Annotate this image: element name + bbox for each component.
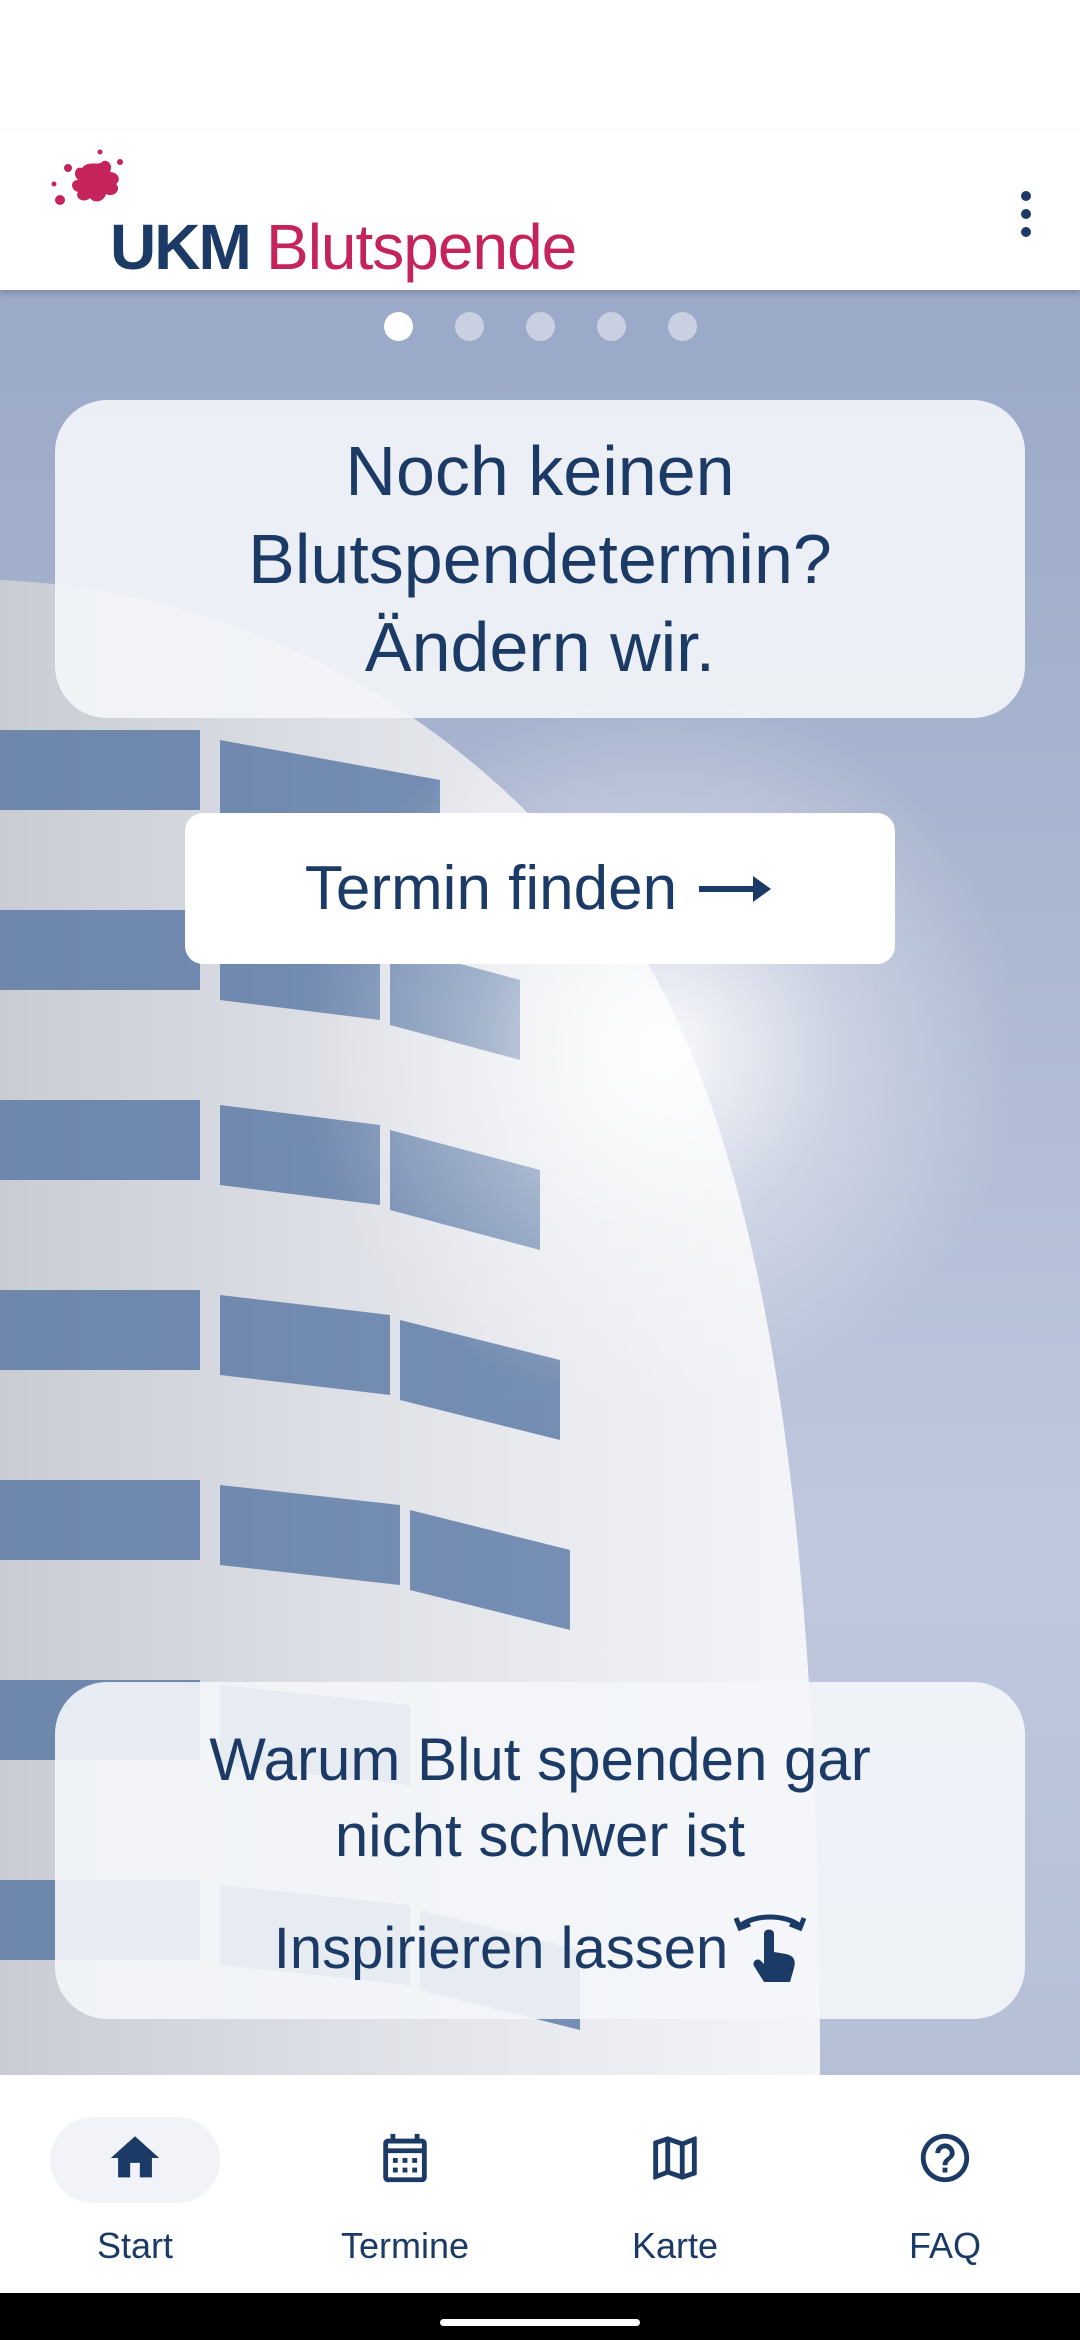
inspiration-title: Warum Blut spenden gar nicht schwer ist — [209, 1726, 871, 1869]
nav-item-karte[interactable]: Karte — [540, 2075, 810, 2293]
nav-item-faq[interactable]: FAQ — [810, 2075, 1080, 2293]
headline-card: Noch keinen Blutspendetermin? Ändern wir… — [55, 400, 1025, 718]
app-bar: UKM Blutspende — [0, 130, 1080, 290]
nav-label-karte: Karte — [631, 2225, 719, 2266]
nav-item-termine[interactable]: Termine — [270, 2075, 540, 2293]
arrow-right-icon — [699, 875, 772, 902]
swipe-gesture-icon — [734, 1914, 807, 1982]
more-vert-icon-dot — [1021, 209, 1031, 219]
hero-carousel[interactable]: Noch keinen Blutspendetermin? Ändern wir… — [0, 290, 1080, 2075]
app-logo: UKM Blutspende — [44, 148, 604, 283]
pager-dot[interactable] — [454, 312, 484, 341]
more-vert-icon-dot — [1021, 227, 1031, 237]
home-icon — [110, 2136, 160, 2178]
map-icon — [653, 2136, 697, 2180]
overflow-menu-button[interactable] — [996, 178, 1056, 250]
bottom-navigation: Start Termine Karte FAQ — [0, 2075, 1080, 2293]
logo-text-blutspende: Blutspende — [266, 211, 577, 283]
help-circle-icon — [920, 2133, 970, 2183]
nav-label-faq: FAQ — [908, 2225, 982, 2266]
find-appointment-label: Termin finden — [304, 854, 678, 923]
nav-label-start: Start — [96, 2225, 174, 2266]
pager-dot[interactable] — [667, 312, 697, 341]
headline-text: Noch keinen Blutspendetermin? Ändern wir… — [248, 432, 832, 686]
nav-label-termine: Termine — [340, 2225, 470, 2266]
carousel-pager — [0, 312, 1080, 341]
inspire-label: Inspirieren lassen — [273, 1915, 729, 1981]
nav-item-start[interactable]: Start — [0, 2075, 270, 2293]
logo-text-ukm: UKM — [110, 211, 252, 283]
pager-dot[interactable] — [525, 312, 555, 341]
pager-dot-active[interactable] — [383, 312, 413, 341]
calendar-icon — [383, 2133, 427, 2183]
inspiration-card[interactable]: Warum Blut spenden gar nicht schwer ist … — [55, 1682, 1025, 2019]
more-vert-icon-dot — [1021, 191, 1031, 201]
home-gesture-handle[interactable] — [440, 2319, 640, 2326]
status-bar — [0, 0, 1080, 130]
system-gesture-bar — [0, 2293, 1080, 2340]
pager-dot[interactable] — [596, 312, 626, 341]
find-appointment-button[interactable]: Termin finden — [185, 813, 895, 964]
inspire-action[interactable]: Inspirieren lassen — [55, 1910, 1025, 1986]
